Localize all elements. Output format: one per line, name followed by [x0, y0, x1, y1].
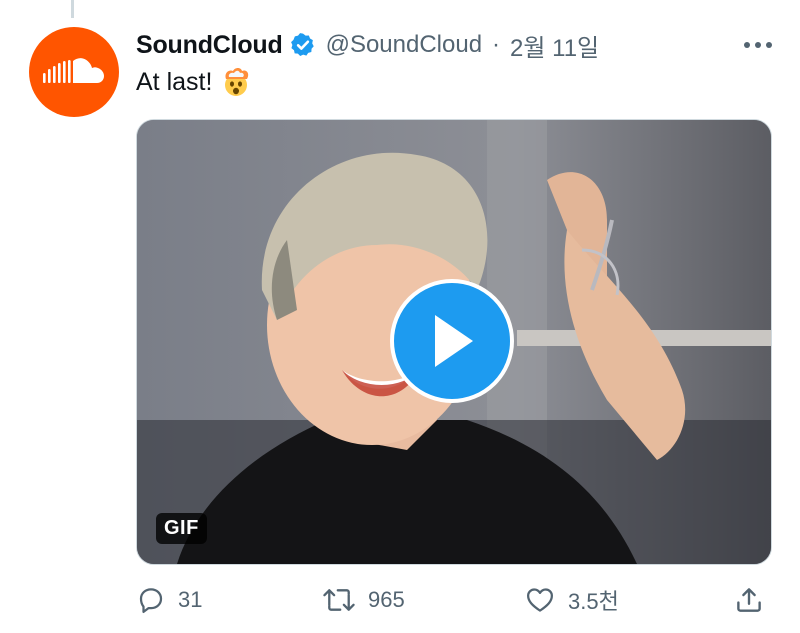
tweet-text: At last!: [136, 67, 213, 96]
share-button[interactable]: [734, 580, 776, 620]
retweet-button[interactable]: 965: [322, 580, 405, 620]
reply-icon: [139, 588, 163, 613]
display-name[interactable]: SoundCloud: [136, 31, 283, 60]
more-icon: [744, 42, 772, 48]
thread-connector-line: [71, 0, 74, 18]
more-options-button[interactable]: [738, 30, 778, 60]
play-icon: [435, 315, 473, 367]
avatar[interactable]: [29, 27, 119, 117]
reply-count: 31: [178, 587, 203, 612]
gif-media[interactable]: GIF: [136, 119, 772, 565]
play-button[interactable]: [390, 279, 514, 403]
tweet-body: At last!: [136, 66, 252, 98]
tweet-actions: 31 965 3.5천: [136, 580, 770, 620]
separator-dot: ·: [492, 31, 501, 58]
exploding-head-emoji-icon: [225, 68, 249, 96]
user-handle[interactable]: @SoundCloud: [326, 31, 482, 59]
reply-button[interactable]: 31: [136, 580, 202, 620]
tweet-header: SoundCloud @SoundCloud · 2월 11일: [136, 28, 780, 62]
retweet-icon: [323, 589, 355, 611]
gif-badge: GIF: [156, 513, 207, 544]
tweet-date[interactable]: 2월 11일: [510, 28, 599, 63]
like-count: 3.5천: [568, 589, 619, 614]
retweet-count: 965: [368, 587, 405, 612]
like-button[interactable]: 3.5천: [524, 580, 619, 620]
share-icon: [737, 588, 761, 612]
heart-icon: [527, 588, 553, 612]
verified-badge-icon: [290, 33, 314, 56]
soundcloud-logo-icon: [43, 58, 104, 83]
